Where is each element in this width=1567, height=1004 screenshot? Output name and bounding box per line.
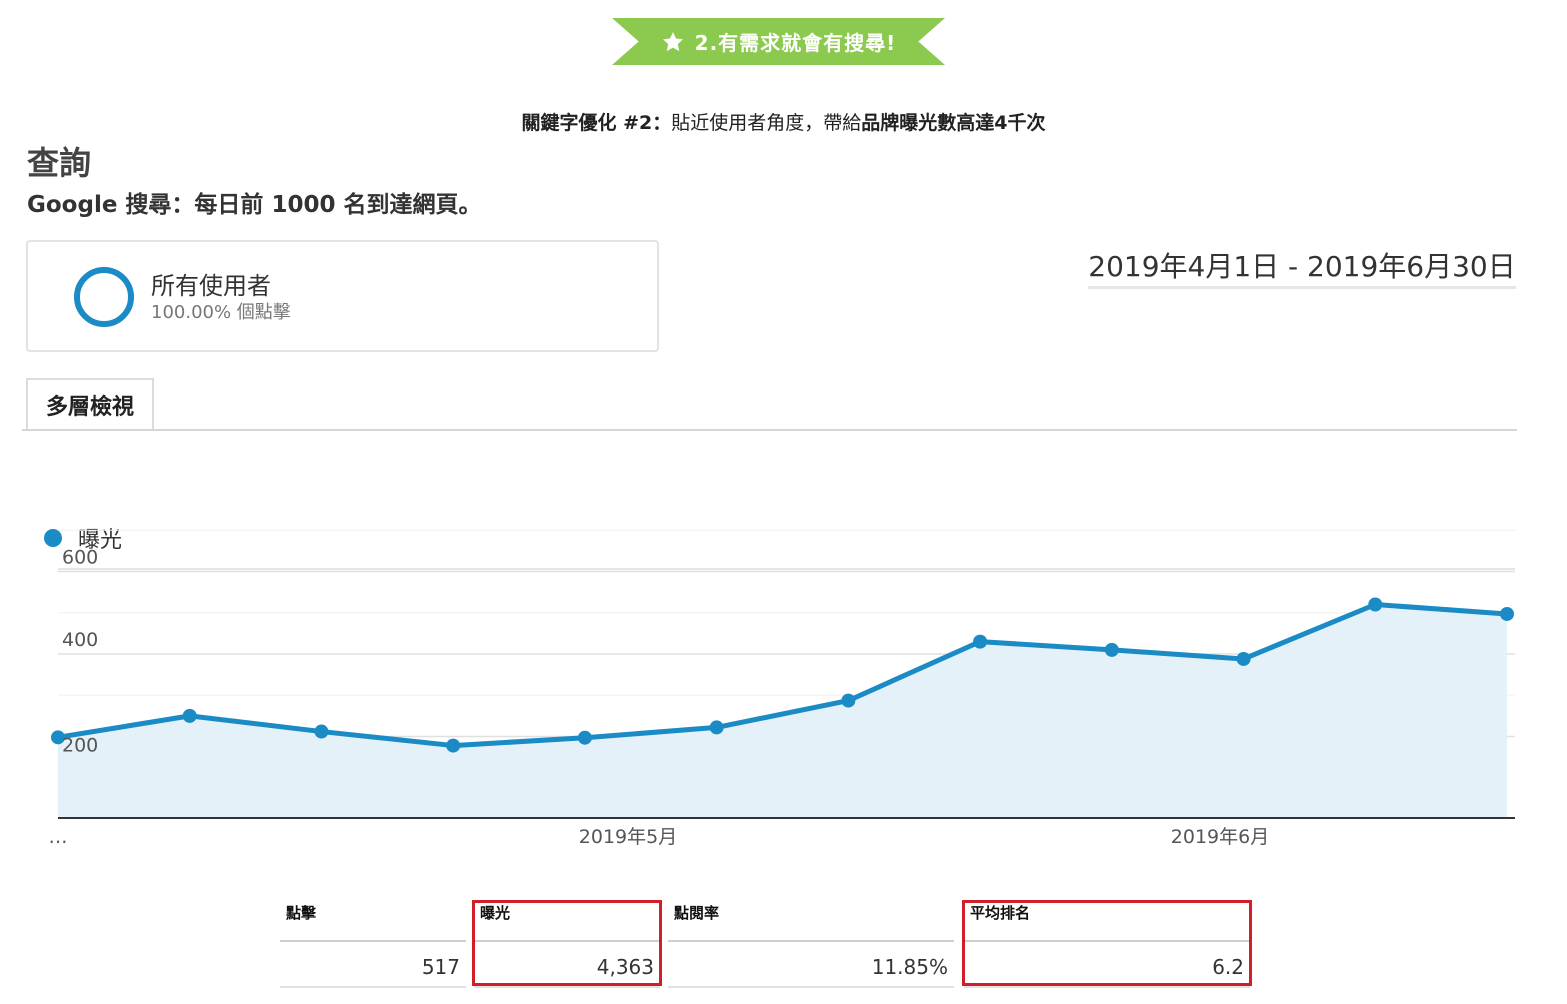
metric-label: 點擊 bbox=[286, 904, 317, 922]
metric-bottom-line bbox=[474, 986, 660, 988]
data-point bbox=[841, 693, 856, 708]
metric-clicks: 點擊 517 bbox=[280, 900, 466, 988]
series-area bbox=[58, 604, 1507, 818]
metric-ctr: 點閱率 11.85% bbox=[668, 900, 954, 988]
data-point bbox=[709, 720, 724, 735]
metric-separator bbox=[668, 940, 954, 942]
x-tick-label: … bbox=[49, 826, 68, 848]
x-tick-label: 2019年5月 bbox=[579, 826, 677, 848]
metric-bottom-line bbox=[964, 986, 1250, 988]
x-tick-label: 2019年6月 bbox=[1171, 826, 1269, 848]
metric-bottom-line bbox=[280, 986, 466, 988]
metric-bottom-line bbox=[668, 986, 954, 988]
data-point bbox=[1236, 651, 1251, 666]
data-point bbox=[1368, 597, 1383, 612]
highlight-box bbox=[962, 900, 1252, 986]
metric-value: 11.85% bbox=[871, 955, 948, 979]
metric-label: 點閱率 bbox=[674, 904, 720, 922]
y-tick-label: 600 bbox=[62, 547, 98, 569]
highlight-box bbox=[472, 900, 662, 986]
metric-separator bbox=[280, 940, 466, 942]
y-tick-label: 400 bbox=[62, 629, 98, 651]
data-point bbox=[1500, 606, 1514, 621]
data-point bbox=[1104, 642, 1119, 657]
data-point bbox=[577, 730, 592, 745]
y-tick-label: 200 bbox=[62, 735, 98, 757]
impressions-chart: 200 400 600 … 2019年5月 2019年6月 bbox=[49, 529, 1515, 848]
data-point bbox=[182, 708, 197, 723]
data-point bbox=[314, 724, 329, 739]
data-point bbox=[446, 738, 461, 753]
data-point bbox=[973, 634, 988, 649]
metric-value: 517 bbox=[421, 955, 460, 979]
